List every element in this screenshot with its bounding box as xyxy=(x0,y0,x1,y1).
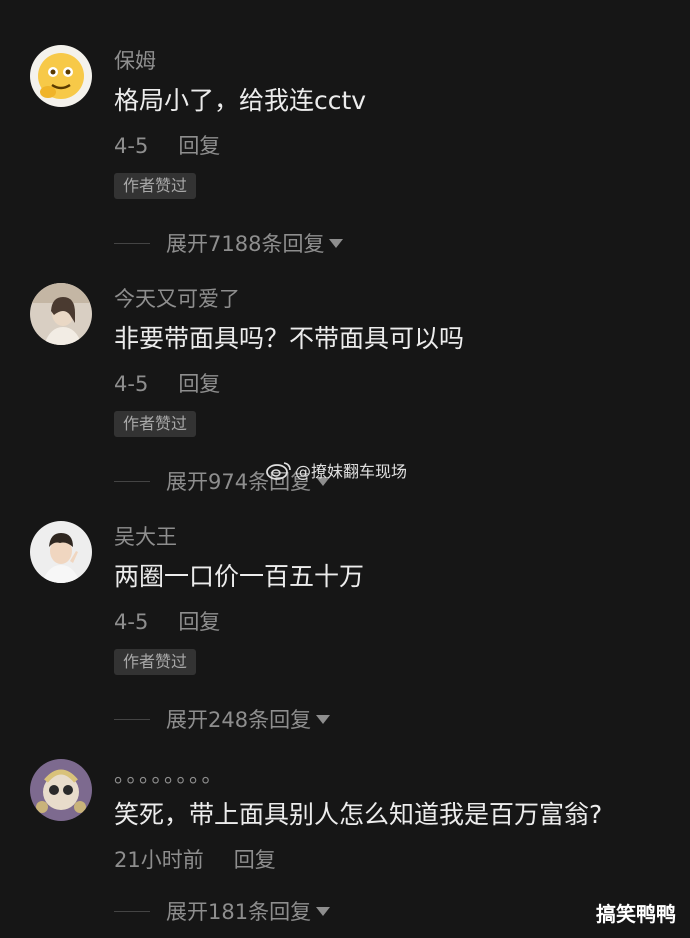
comment-text: 非要带面具吗？不带面具可以吗 xyxy=(114,324,465,353)
weibo-watermark: @撩妹翻车现场 xyxy=(266,458,407,482)
expand-replies-button[interactable]: 展开181条回复 xyxy=(114,896,331,926)
expand-replies-label: 展开248条回复 xyxy=(166,708,312,732)
comment-date: 4-5 xyxy=(114,610,149,634)
comment-meta: 21小时前 回复 xyxy=(114,844,276,874)
divider-line xyxy=(114,480,150,482)
user-avatar[interactable] xyxy=(30,521,92,583)
user-avatar[interactable] xyxy=(30,45,92,107)
expand-replies-button[interactable]: 展开248条回复 xyxy=(114,704,331,734)
divider-line xyxy=(114,718,150,720)
user-avatar[interactable] xyxy=(30,759,92,821)
watermark-text: @撩妹翻车现场 xyxy=(295,462,408,481)
comment-text: 格局小了，给我连cctv xyxy=(114,86,367,115)
username[interactable]: 保姆 xyxy=(114,45,156,75)
chevron-down-icon xyxy=(329,238,344,248)
author-liked-badge: 作者赞过 xyxy=(114,411,197,437)
expand-replies-label: 展开181条回复 xyxy=(166,900,312,924)
username[interactable]: 吴大王 xyxy=(114,521,177,551)
reply-button[interactable]: 回复 xyxy=(178,372,220,396)
comment-text: 两圈一口价一百五十万 xyxy=(114,562,365,591)
divider-line xyxy=(114,242,150,244)
emoji-thinking-icon xyxy=(30,45,92,107)
expand-replies-label: 展开7188条回复 xyxy=(166,232,325,256)
boy-photo-icon xyxy=(30,521,92,583)
comment-date: 4-5 xyxy=(114,134,149,158)
expand-replies-button[interactable]: 展开7188条回复 xyxy=(114,228,344,258)
user-avatar[interactable] xyxy=(30,283,92,345)
divider-line xyxy=(114,910,150,912)
cartoon-avatar-icon xyxy=(30,759,92,821)
girl-photo-icon xyxy=(30,283,92,345)
chevron-down-icon xyxy=(316,906,331,916)
chevron-down-icon xyxy=(316,714,331,724)
comment-meta: 4-5 回复 xyxy=(114,130,220,160)
comment-meta: 4-5 回复 xyxy=(114,368,220,398)
author-liked-badge: 作者赞过 xyxy=(114,649,197,675)
weibo-logo-icon xyxy=(266,462,291,480)
comment-text: 笑死，带上面具别人怎么知道我是百万富翁? xyxy=(114,800,603,829)
author-liked-badge: 作者赞过 xyxy=(114,173,197,199)
comment-meta: 4-5 回复 xyxy=(114,606,220,636)
reply-button[interactable]: 回复 xyxy=(234,848,276,872)
comment-date: 21小时前 xyxy=(114,848,204,872)
reply-button[interactable]: 回复 xyxy=(178,610,220,634)
corner-watermark: 搞笑鸭鸭 xyxy=(596,902,676,926)
username[interactable]: 。。。。。。。。 xyxy=(114,759,225,789)
username[interactable]: 今天又可爱了 xyxy=(114,283,240,313)
comment-date: 4-5 xyxy=(114,372,149,396)
reply-button[interactable]: 回复 xyxy=(178,134,220,158)
